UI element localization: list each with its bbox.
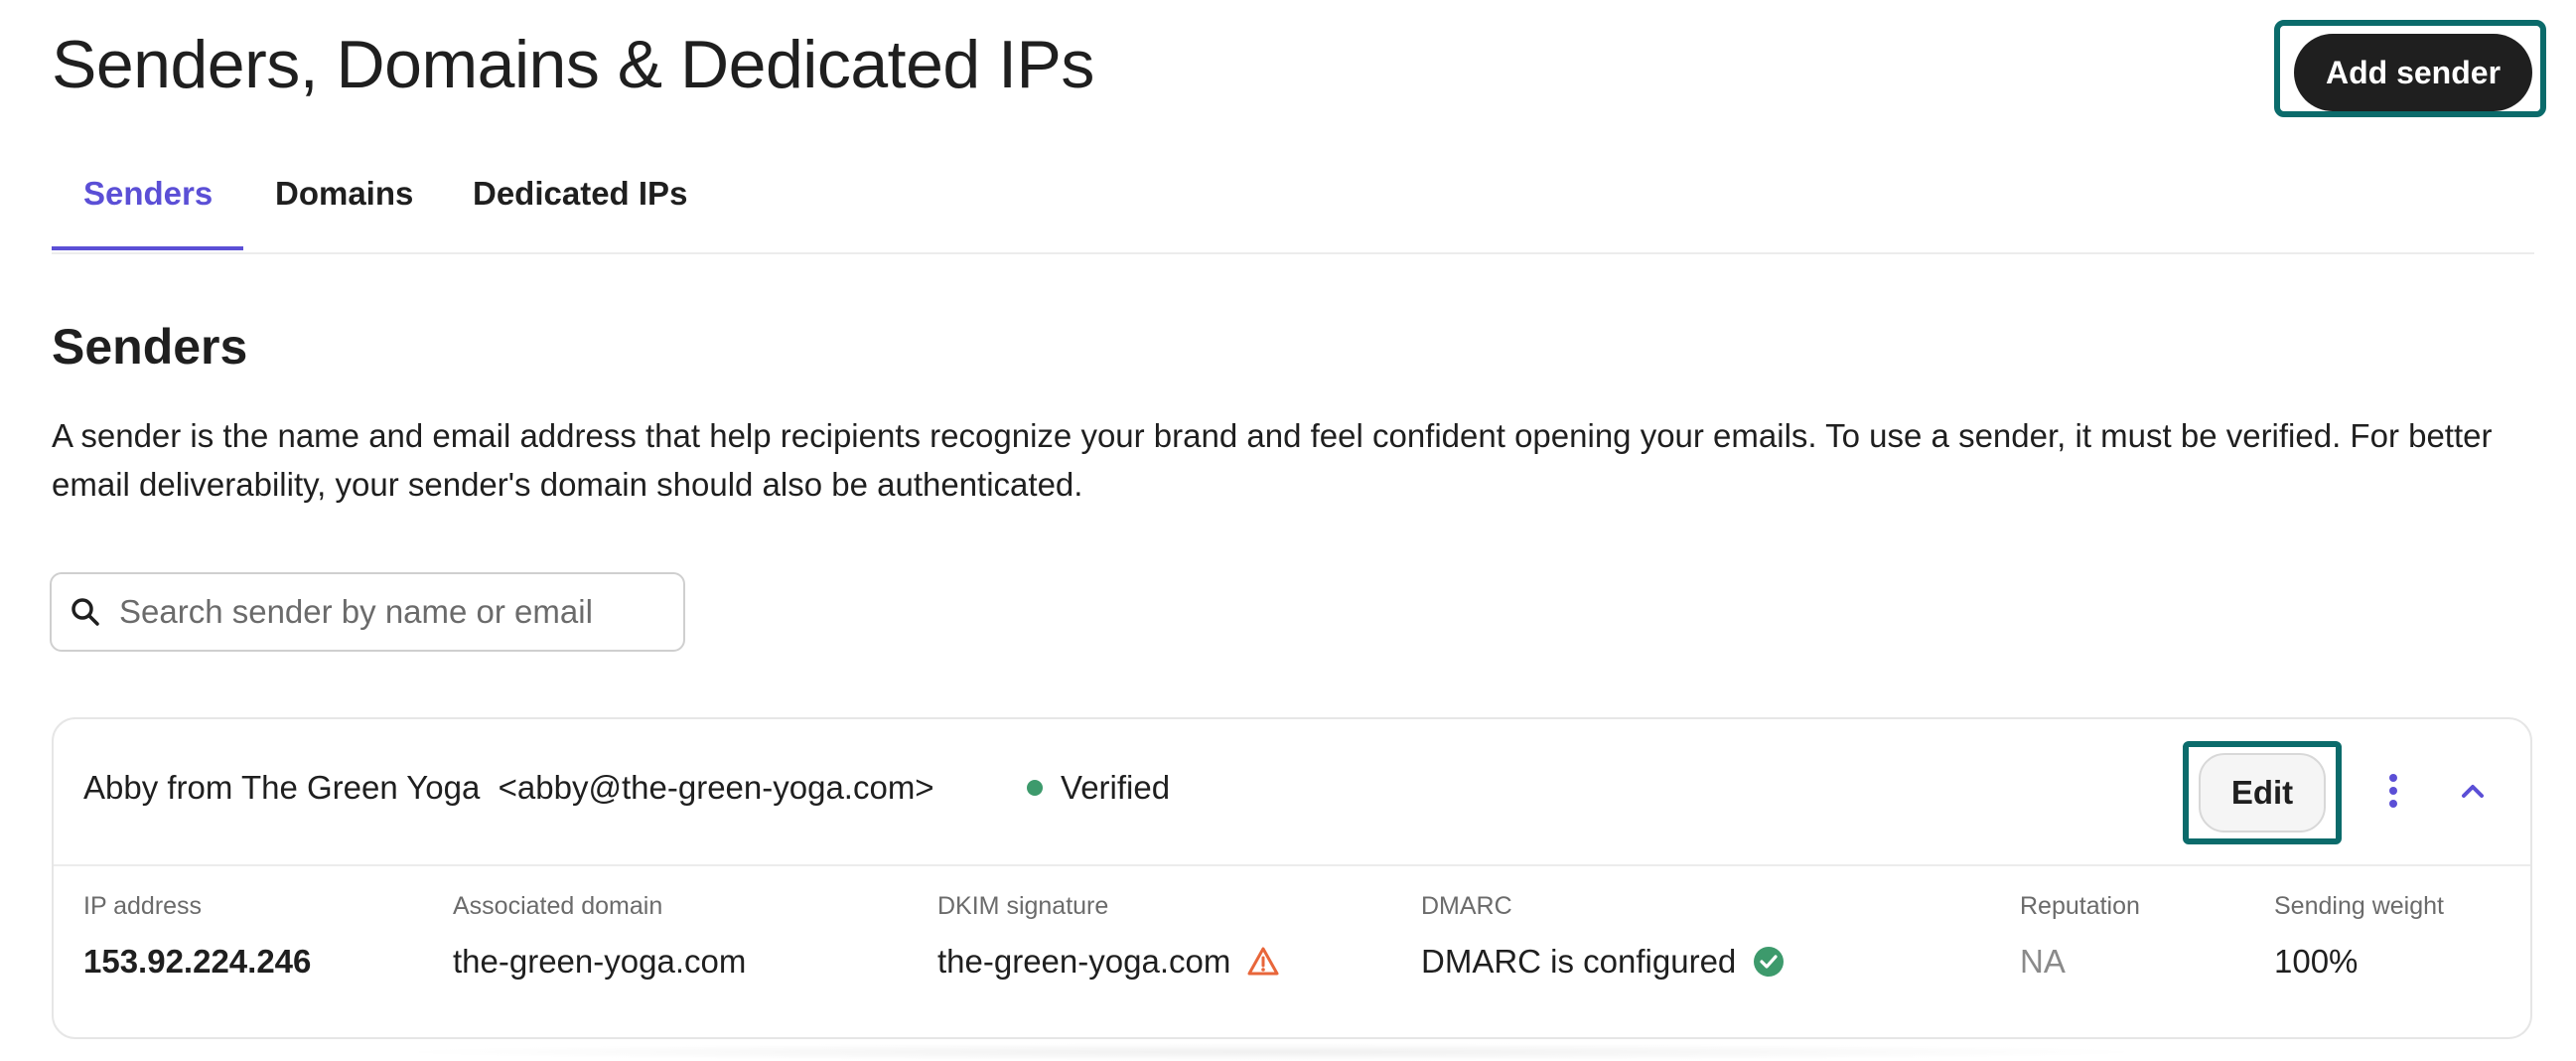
dmarc-label: DMARC	[1421, 892, 1512, 920]
ip-address-column: IP address 153.92.224.246	[83, 892, 311, 981]
page-title: Senders, Domains & Dedicated IPs	[52, 27, 1094, 102]
card-shadow	[377, 1043, 2165, 1061]
search-box	[50, 572, 685, 652]
associated-domain-value: the-green-yoga.com	[453, 943, 747, 980]
more-options-icon[interactable]	[2373, 769, 2413, 813]
search-icon	[72, 598, 99, 626]
dmarc-column: DMARC DMARC is configured	[1421, 892, 1786, 981]
add-sender-focus-outline: Add sender	[2274, 20, 2546, 117]
sender-card-header: Abby from The Green Yoga <abby@the-green…	[54, 719, 2530, 866]
reputation-value: NA	[2020, 943, 2066, 980]
reputation-column: Reputation NA	[2020, 892, 2140, 981]
tab-domains[interactable]: Domains	[275, 175, 413, 213]
sender-name: Abby from The Green Yoga <abby@the-green…	[83, 769, 934, 806]
tab-dedicated-ips[interactable]: Dedicated IPs	[473, 175, 687, 213]
dkim-column: DKIM signature the-green-yoga.com	[937, 892, 1280, 981]
dkim-label: DKIM signature	[937, 892, 1109, 920]
dmarc-value: DMARC is configured	[1421, 943, 1737, 980]
search-input[interactable]	[117, 592, 677, 632]
status-dot-icon	[1027, 780, 1043, 796]
section-description: A sender is the name and email address t…	[52, 417, 2493, 503]
section-title: Senders	[52, 319, 248, 375]
dkim-value: the-green-yoga.com	[937, 943, 1231, 980]
associated-domain-label: Associated domain	[453, 892, 663, 920]
dmarc-value-row: DMARC is configured	[1421, 943, 1786, 981]
tab-bar: Senders Domains Dedicated IPs	[52, 159, 2534, 254]
active-tab-indicator	[52, 246, 243, 250]
chevron-up-icon[interactable]	[2451, 769, 2495, 813]
status-label: Verified	[1061, 769, 1171, 806]
ip-address-value: 153.92.224.246	[83, 943, 312, 980]
dkim-value-row: the-green-yoga.com	[937, 943, 1280, 981]
reputation-label: Reputation	[2020, 892, 2140, 920]
tab-senders[interactable]: Senders	[83, 175, 213, 213]
sending-weight-column: Sending weight 100%	[2274, 892, 2444, 981]
edit-button[interactable]: Edit	[2199, 753, 2326, 833]
warning-icon[interactable]	[1246, 945, 1280, 979]
sending-weight-value: 100%	[2274, 943, 2359, 980]
check-circle-icon	[1754, 947, 1785, 977]
sender-card: Abby from The Green Yoga <abby@the-green…	[52, 717, 2532, 1039]
status-badge: Verified	[1027, 769, 1170, 807]
add-sender-button[interactable]: Add sender	[2294, 34, 2532, 111]
ip-address-label: IP address	[83, 892, 203, 920]
associated-domain-column: Associated domain the-green-yoga.com	[453, 892, 746, 981]
edit-focus-outline: Edit	[2183, 741, 2342, 844]
sending-weight-label: Sending weight	[2274, 892, 2444, 920]
